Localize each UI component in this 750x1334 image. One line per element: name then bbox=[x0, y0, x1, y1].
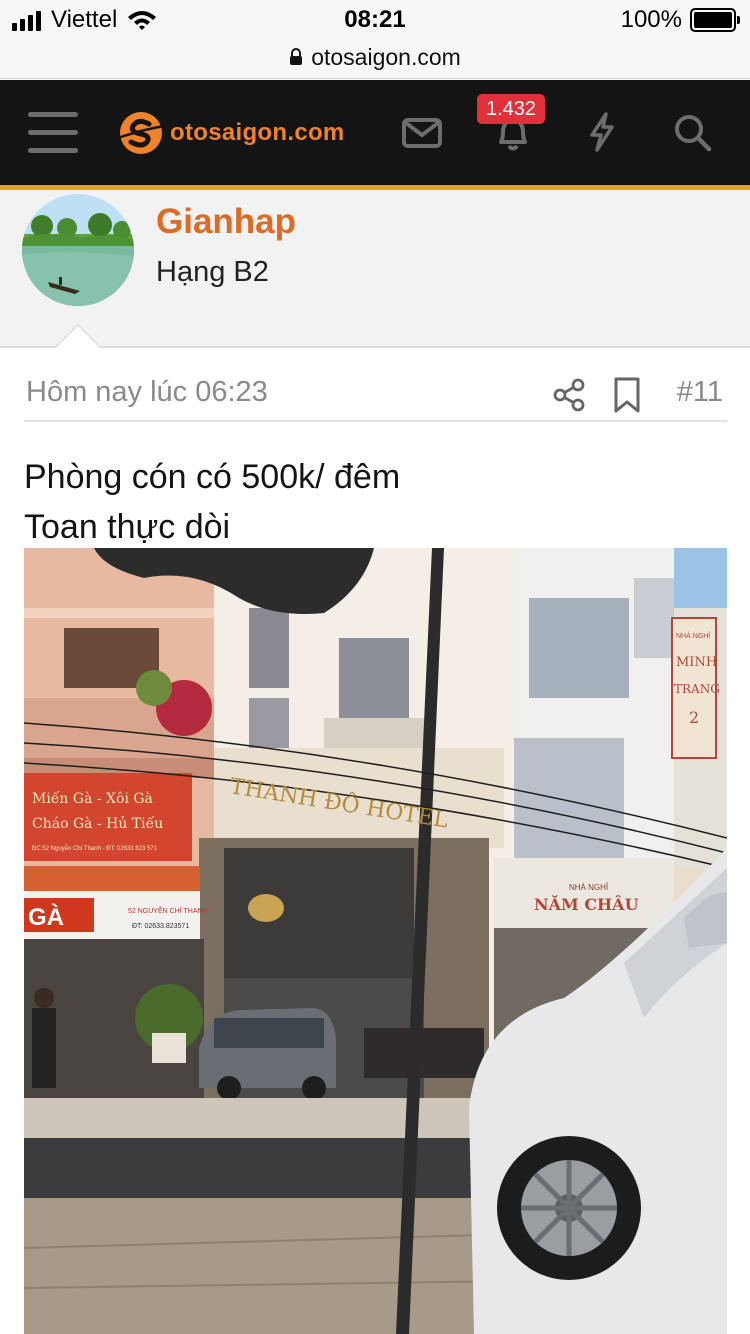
notification-badge[interactable]: 1.432 bbox=[477, 94, 546, 124]
sign-minh-trang-2: TRANG bbox=[674, 682, 720, 696]
sign-minh-trang-1: MINH bbox=[676, 655, 717, 670]
post-photo[interactable]: Miến Gà - Xôi Gà Cháo Gà - Hủ Tiếu ĐC:52… bbox=[24, 548, 727, 1334]
url-text[interactable]: otosaigon.com bbox=[311, 44, 461, 71]
logo-text: otosaigon.com bbox=[170, 119, 345, 146]
post-number[interactable]: #11 bbox=[677, 376, 723, 409]
sign-ga: GÀ bbox=[28, 903, 64, 931]
sign-minh-trang-0: NHÀ NGHỈ bbox=[676, 631, 710, 640]
envelope-icon[interactable] bbox=[400, 110, 444, 154]
avatar[interactable] bbox=[22, 194, 134, 306]
post-date[interactable]: Hôm nay lúc 06:23 bbox=[26, 376, 268, 409]
sign-minh-trang-3: 2 bbox=[689, 708, 699, 727]
post-line-2: Toan thực dòi bbox=[24, 508, 231, 546]
search-icon[interactable] bbox=[670, 110, 714, 154]
sign-left-addr: ĐC:52 Nguyễn Chí Thanh - ĐT: 02633 823 5… bbox=[32, 845, 158, 852]
menu-icon[interactable] bbox=[28, 112, 78, 154]
user-rank: Hạng B2 bbox=[156, 256, 269, 288]
url-bar[interactable]: otosaigon.com bbox=[0, 40, 750, 79]
author-caret bbox=[56, 326, 100, 348]
battery-percent: 100% bbox=[620, 6, 682, 33]
status-right: 100% bbox=[620, 6, 740, 34]
sign-nha-nghi: NHÀ NGHỈ bbox=[569, 883, 609, 892]
sign-left-mid: Cháo Gà - Hủ Tiếu bbox=[32, 815, 163, 832]
sign-ga-phone: ĐT: 02633.823571 bbox=[132, 923, 189, 930]
post-author: Gianhap Hạng B2 bbox=[0, 190, 750, 348]
sign-ga-addr: 52 NGUYỄN CHÍ THANH bbox=[128, 906, 208, 915]
logo-mark-icon bbox=[117, 112, 165, 154]
street-photo-illustration: Miến Gà - Xôi Gà Cháo Gà - Hủ Tiếu ĐC:52… bbox=[24, 548, 727, 1334]
share-icon[interactable] bbox=[552, 378, 586, 412]
site-header: otosaigon.com 1.432 bbox=[0, 80, 750, 190]
lightning-icon[interactable] bbox=[580, 110, 624, 154]
username-link[interactable]: Gianhap bbox=[156, 202, 296, 242]
post-meta: Hôm nay lúc 06:23 #11 bbox=[24, 368, 727, 422]
post-body: Phòng cón có 500k/ đêm Toan thực dòi bbox=[24, 452, 727, 552]
post-line-1: Phòng cón có 500k/ đêm bbox=[24, 458, 401, 496]
sign-left-top: Miến Gà - Xôi Gà bbox=[32, 790, 153, 807]
lock-icon bbox=[290, 48, 303, 65]
battery-icon bbox=[690, 8, 740, 32]
status-bar: Viettel 08:21 100% bbox=[0, 0, 750, 40]
site-logo[interactable]: otosaigon.com bbox=[116, 108, 345, 158]
bookmark-icon[interactable] bbox=[612, 376, 642, 414]
sign-nam-chau: NĂM CHÂU bbox=[534, 894, 639, 914]
